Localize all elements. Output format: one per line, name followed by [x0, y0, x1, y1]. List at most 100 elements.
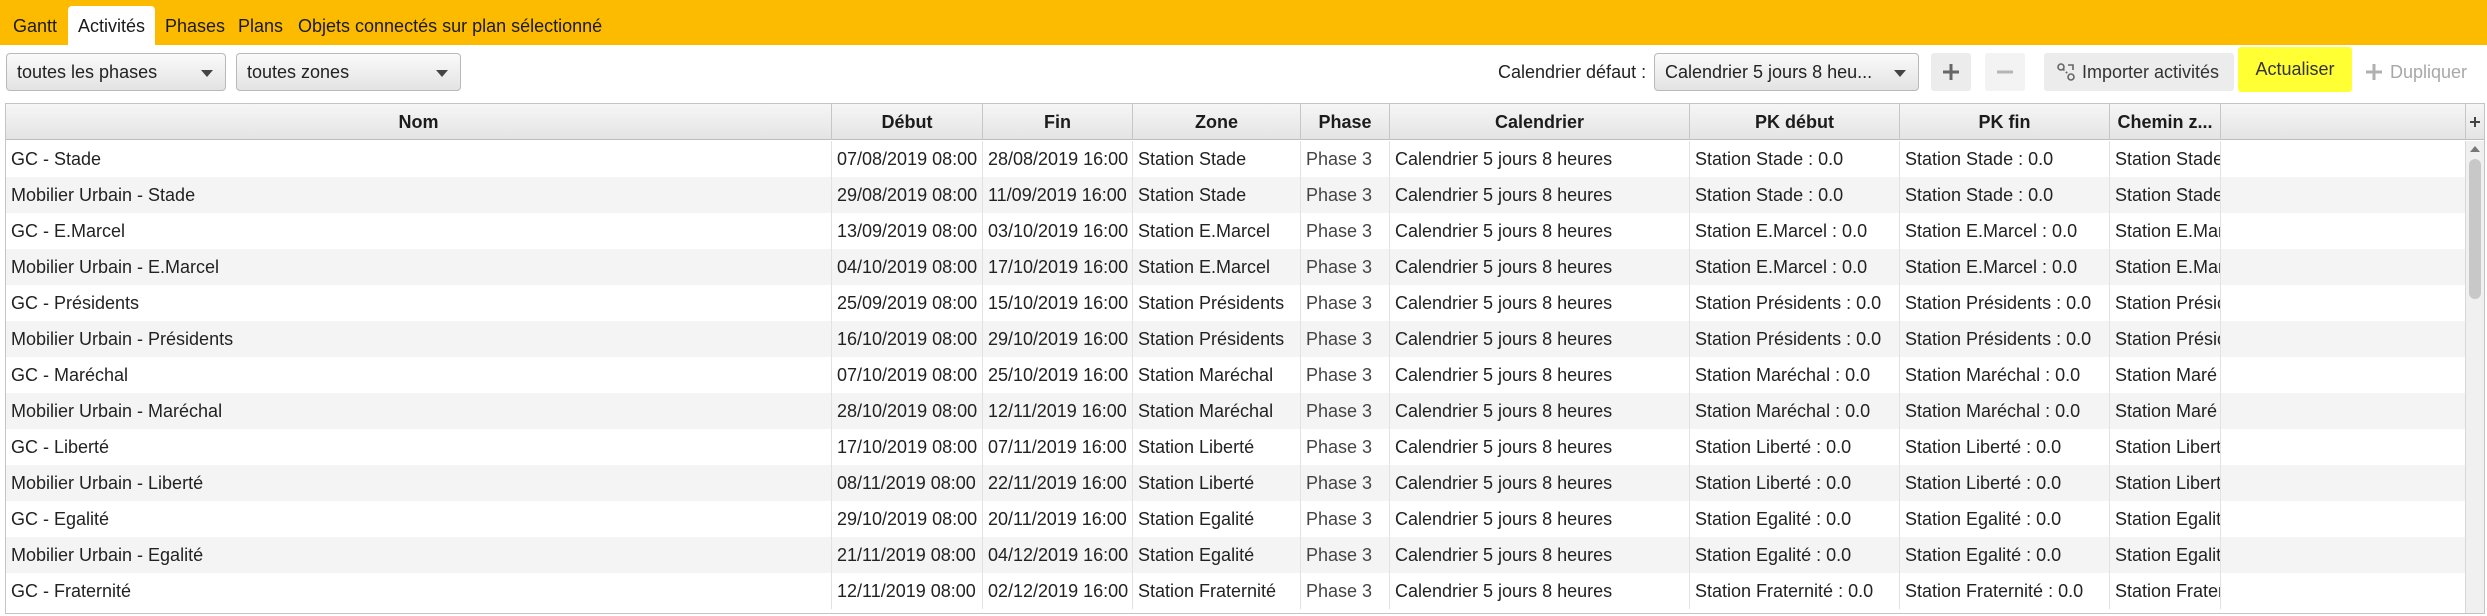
cell-chemin-zone[interactable]: Station Egalit [2110, 501, 2221, 537]
cell-chemin-zone[interactable]: Station Présic [2110, 321, 2221, 357]
table-row[interactable]: Mobilier Urbain - Maréchal 28/10/2019 08:… [6, 393, 2465, 429]
cell-pk-fin[interactable]: Station Maréchal : 0.0 [1900, 393, 2110, 429]
cell-fin[interactable]: 20/11/2019 16:00 [983, 501, 1133, 537]
cell-pk-debut[interactable]: Station Liberté : 0.0 [1690, 429, 1900, 465]
cell-phase[interactable]: Phase 3 [1301, 321, 1390, 357]
cell-zone[interactable]: Station Présidents [1133, 285, 1301, 321]
cell-calendrier[interactable]: Calendrier 5 jours 8 heures [1390, 465, 1690, 501]
column-header-calendrier[interactable]: Calendrier [1390, 104, 1690, 140]
cell-calendrier[interactable]: Calendrier 5 jours 8 heures [1390, 177, 1690, 213]
cell-zone[interactable]: Station E.Marcel [1133, 213, 1301, 249]
table-row[interactable]: Mobilier Urbain - E.Marcel 04/10/2019 08:… [6, 249, 2465, 285]
cell-fin[interactable]: 07/11/2019 16:00 [983, 429, 1133, 465]
cell-chemin-zone[interactable]: Station Libert [2110, 465, 2221, 501]
cell-pk-fin[interactable]: Station Fraternité : 0.0 [1900, 573, 2110, 609]
cell-pk-fin[interactable]: Station Egalité : 0.0 [1900, 537, 2110, 573]
table-row[interactable]: Mobilier Urbain - Présidents 16/10/2019 0… [6, 321, 2465, 357]
cell-fin[interactable]: 03/10/2019 16:00 [983, 213, 1133, 249]
cell-nom[interactable]: Mobilier Urbain - Egalité [6, 537, 832, 573]
table-row[interactable]: GC - Liberté 17/10/2019 08:00 07/11/2019 1… [6, 429, 2465, 465]
refresh-button[interactable]: Actualiser [2238, 47, 2352, 92]
column-header-nom[interactable]: Nom [6, 104, 832, 140]
cell-pk-debut[interactable]: Station Stade : 0.0 [1690, 177, 1900, 213]
cell-debut[interactable]: 08/11/2019 08:00 [832, 465, 983, 501]
cell-pk-debut[interactable]: Station E.Marcel : 0.0 [1690, 213, 1900, 249]
table-row[interactable]: Mobilier Urbain - Egalité 21/11/2019 08:0… [6, 537, 2465, 573]
column-header-debut[interactable]: Début [832, 104, 983, 140]
scroll-up-icon[interactable] [2470, 146, 2480, 152]
cell-phase[interactable]: Phase 3 [1301, 177, 1390, 213]
cell-phase[interactable]: Phase 3 [1301, 429, 1390, 465]
cell-fin[interactable]: 02/12/2019 16:00 [983, 573, 1133, 609]
column-header-pk-debut[interactable]: PK début [1690, 104, 1900, 140]
cell-phase[interactable]: Phase 3 [1301, 393, 1390, 429]
cell-fin[interactable]: 25/10/2019 16:00 [983, 357, 1133, 393]
cell-pk-fin[interactable]: Station E.Marcel : 0.0 [1900, 249, 2110, 285]
table-row[interactable]: GC - E.Marcel 13/09/2019 08:00 03/10/2019 … [6, 213, 2465, 249]
cell-pk-debut[interactable]: Station Egalité : 0.0 [1690, 537, 1900, 573]
cell-zone[interactable]: Station Présidents [1133, 321, 1301, 357]
table-row[interactable]: GC - Egalité 29/10/2019 08:00 20/11/2019 1… [6, 501, 2465, 537]
add-button[interactable] [1931, 53, 1971, 91]
cell-nom[interactable]: GC - Fraternité [6, 573, 832, 609]
cell-fin[interactable]: 17/10/2019 16:00 [983, 249, 1133, 285]
add-column-button[interactable] [2465, 104, 2484, 140]
cell-pk-fin[interactable]: Station Stade : 0.0 [1900, 177, 2110, 213]
cell-pk-debut[interactable]: Station E.Marcel : 0.0 [1690, 249, 1900, 285]
column-header-zone[interactable]: Zone [1133, 104, 1301, 140]
cell-nom[interactable]: GC - Egalité [6, 501, 832, 537]
cell-zone[interactable]: Station Stade [1133, 177, 1301, 213]
table-row[interactable]: GC - Stade 07/08/2019 08:00 28/08/2019 16:… [6, 141, 2465, 177]
cell-chemin-zone[interactable]: Station Maré [2110, 357, 2221, 393]
cell-pk-debut[interactable]: Station Fraternité : 0.0 [1690, 573, 1900, 609]
cell-pk-debut[interactable]: Station Stade : 0.0 [1690, 141, 1900, 177]
cell-phase[interactable]: Phase 3 [1301, 141, 1390, 177]
cell-fin[interactable]: 15/10/2019 16:00 [983, 285, 1133, 321]
cell-phase[interactable]: Phase 3 [1301, 465, 1390, 501]
column-header-pk-fin[interactable]: PK fin [1900, 104, 2110, 140]
cell-phase[interactable]: Phase 3 [1301, 357, 1390, 393]
cell-zone[interactable]: Station Egalité [1133, 501, 1301, 537]
cell-zone[interactable]: Station Fraternité [1133, 573, 1301, 609]
cell-zone[interactable]: Station Egalité [1133, 537, 1301, 573]
cell-phase[interactable]: Phase 3 [1301, 249, 1390, 285]
cell-chemin-zone[interactable]: Station E.Mar [2110, 213, 2221, 249]
table-row[interactable]: GC - Présidents 25/09/2019 08:00 15/10/201… [6, 285, 2465, 321]
tab-phases[interactable]: Phases [165, 8, 225, 45]
cell-nom[interactable]: GC - E.Marcel [6, 213, 832, 249]
cell-pk-fin[interactable]: Station Egalité : 0.0 [1900, 501, 2110, 537]
cell-debut[interactable]: 16/10/2019 08:00 [832, 321, 983, 357]
cell-zone[interactable]: Station Stade [1133, 141, 1301, 177]
cell-debut[interactable]: 17/10/2019 08:00 [832, 429, 983, 465]
cell-zone[interactable]: Station E.Marcel [1133, 249, 1301, 285]
cell-debut[interactable]: 07/10/2019 08:00 [832, 357, 983, 393]
column-header-fin[interactable]: Fin [983, 104, 1133, 140]
tab-objets-connectes[interactable]: Objets connectés sur plan sélectionné [298, 8, 602, 45]
cell-pk-fin[interactable]: Station Présidents : 0.0 [1900, 285, 2110, 321]
table-row[interactable]: GC - Fraternité 12/11/2019 08:00 02/12/201… [6, 573, 2465, 609]
table-row[interactable]: Mobilier Urbain - Stade 29/08/2019 08:00 1… [6, 177, 2465, 213]
zone-filter-select[interactable]: toutes zones [236, 53, 461, 91]
cell-calendrier[interactable]: Calendrier 5 jours 8 heures [1390, 357, 1690, 393]
vertical-scrollbar[interactable] [2465, 141, 2484, 613]
cell-pk-fin[interactable]: Station Présidents : 0.0 [1900, 321, 2110, 357]
cell-pk-debut[interactable]: Station Maréchal : 0.0 [1690, 357, 1900, 393]
cell-pk-debut[interactable]: Station Egalité : 0.0 [1690, 501, 1900, 537]
cell-debut[interactable]: 25/09/2019 08:00 [832, 285, 983, 321]
cell-pk-fin[interactable]: Station Liberté : 0.0 [1900, 429, 2110, 465]
cell-chemin-zone[interactable]: Station Frater [2110, 573, 2221, 609]
table-row[interactable]: GC - Maréchal 07/10/2019 08:00 25/10/2019 … [6, 357, 2465, 393]
cell-fin[interactable]: 22/11/2019 16:00 [983, 465, 1133, 501]
cell-fin[interactable]: 28/08/2019 16:00 [983, 141, 1133, 177]
cell-debut[interactable]: 29/08/2019 08:00 [832, 177, 983, 213]
cell-calendrier[interactable]: Calendrier 5 jours 8 heures [1390, 321, 1690, 357]
cell-nom[interactable]: GC - Stade [6, 141, 832, 177]
cell-debut[interactable]: 04/10/2019 08:00 [832, 249, 983, 285]
cell-pk-debut[interactable]: Station Maréchal : 0.0 [1690, 393, 1900, 429]
cell-nom[interactable]: Mobilier Urbain - Stade [6, 177, 832, 213]
cell-zone[interactable]: Station Maréchal [1133, 393, 1301, 429]
cell-zone[interactable]: Station Liberté [1133, 429, 1301, 465]
column-header-phase[interactable]: Phase [1301, 104, 1390, 140]
default-calendar-select[interactable]: Calendrier 5 jours 8 heu... [1654, 53, 1919, 91]
cell-pk-fin[interactable]: Station E.Marcel : 0.0 [1900, 213, 2110, 249]
